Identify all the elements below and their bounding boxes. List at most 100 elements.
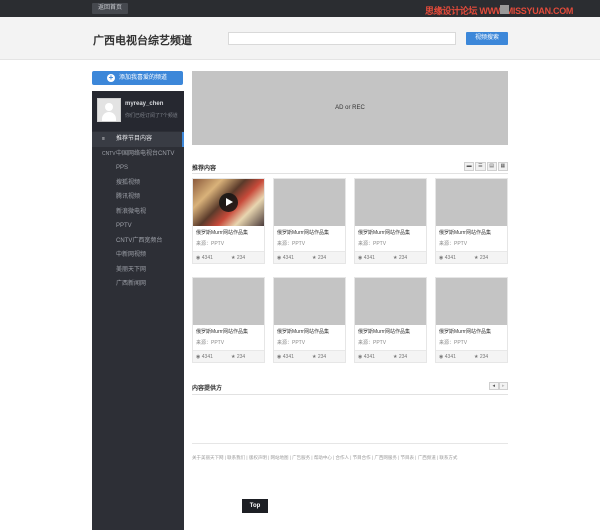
views-stat: ◉ 4341 <box>439 255 456 261</box>
view-mode-1-button[interactable]: ▬ <box>464 162 475 171</box>
sidebar-item[interactable]: 新浪微电视 <box>92 205 184 220</box>
stars-stat: ★ 234 <box>312 354 326 360</box>
video-source: 来源：PPTV <box>277 340 306 346</box>
search-button[interactable]: 视频搜索 <box>466 32 508 45</box>
stars-stat: ★ 234 <box>231 354 245 360</box>
video-title[interactable]: 俄罗斯Murrr网站作品集 <box>277 328 329 335</box>
video-title[interactable]: 俄罗斯Murrr网站作品集 <box>196 328 248 335</box>
video-thumbnail[interactable] <box>355 278 426 325</box>
back-home-button[interactable]: 返回首页 <box>92 3 129 14</box>
stars-count: 234 <box>398 255 408 261</box>
views-count: 4341 <box>282 255 294 261</box>
sidebar-item[interactable]: ≡ 推荐节目内容 <box>92 132 184 147</box>
video-title[interactable]: 俄罗斯Murrr网站作品集 <box>439 229 491 236</box>
video-card[interactable]: 俄罗斯Murrr网站作品集 来源：PPTV ◉ 4341 ★ 234 <box>435 178 508 264</box>
video-thumbnail[interactable] <box>355 179 426 226</box>
views-count: 4341 <box>444 354 456 360</box>
eye-icon: ◉ <box>439 354 444 360</box>
views-stat: ◉ 4341 <box>277 255 294 261</box>
star-icon: ★ <box>393 354 398 360</box>
sidebar-item[interactable]: CNTV广西宽频台 <box>92 234 184 249</box>
stars-stat: ★ 234 <box>393 255 407 261</box>
stars-count: 234 <box>479 255 489 261</box>
star-icon: ★ <box>231 354 236 360</box>
video-card[interactable]: 俄罗斯Murrr网站作品集 来源：PPTV ◉ 4341 ★ 234 <box>354 277 427 363</box>
star-icon: ★ <box>393 255 398 261</box>
video-thumbnail[interactable] <box>436 179 507 226</box>
ad-banner[interactable]: AD or REC <box>192 71 508 145</box>
views-stat: ◉ 4341 <box>277 354 294 360</box>
video-title[interactable]: 俄罗斯Murrr网站作品集 <box>358 229 410 236</box>
sidebar-item-label: 搜狐视频 <box>116 179 141 186</box>
avatar[interactable] <box>97 98 121 122</box>
stars-stat: ★ 234 <box>474 354 488 360</box>
next-button[interactable]: ▸ <box>498 382 508 390</box>
stars-count: 234 <box>236 354 246 360</box>
divider <box>192 394 508 395</box>
video-card[interactable]: 俄罗斯Murrr网站作品集 来源：PPTV ◉ 4341 ★ 234 <box>192 178 265 264</box>
stars-count: 234 <box>317 354 327 360</box>
video-title[interactable]: 俄罗斯Murrr网站作品集 <box>277 229 329 236</box>
user-status: 你们已经订阅了7个频道 <box>125 113 178 119</box>
video-stats: ◉ 4341 ★ 234 <box>355 251 426 263</box>
view-mode-4-button[interactable]: ▦ <box>497 162 508 171</box>
views-stat: ◉ 4341 <box>358 354 375 360</box>
video-stats: ◉ 4341 ★ 234 <box>274 251 345 263</box>
video-card[interactable]: 俄罗斯Murrr网站作品集 来源：PPTV ◉ 4341 ★ 234 <box>354 178 427 264</box>
star-icon: ★ <box>231 255 236 261</box>
list-icon: ≡ <box>102 136 105 142</box>
video-source: 来源：PPTV <box>358 241 387 247</box>
stars-stat: ★ 234 <box>474 255 488 261</box>
sidebar-item-label: 广西新闻网 <box>116 281 147 287</box>
views-stat: ◉ 4341 <box>439 354 456 360</box>
video-thumbnail[interactable] <box>193 179 264 226</box>
video-card[interactable]: 俄罗斯Murrr网站作品集 来源：PPTV ◉ 4341 ★ 234 <box>273 178 346 264</box>
video-thumbnail[interactable] <box>436 278 507 325</box>
eye-icon: ◉ <box>196 255 201 261</box>
view-mode-3-button[interactable]: ▤ <box>486 162 497 171</box>
play-icon[interactable] <box>219 193 238 212</box>
eye-icon: ◉ <box>277 255 282 261</box>
eye-icon: ◉ <box>439 255 444 261</box>
views-count: 4341 <box>363 354 375 360</box>
video-thumbnail[interactable] <box>193 278 264 325</box>
video-stats: ◉ 4341 ★ 234 <box>193 251 264 263</box>
back-to-top-button[interactable]: Top <box>242 499 268 513</box>
sidebar-item[interactable]: 搜狐视频 <box>92 176 184 191</box>
views-count: 4341 <box>201 354 213 360</box>
star-icon: ★ <box>474 255 479 261</box>
video-thumbnail[interactable] <box>274 179 345 226</box>
recommended-title: 推荐内容 <box>192 166 217 172</box>
video-title[interactable]: 俄罗斯Murrr网站作品集 <box>439 328 491 335</box>
sidebar-item[interactable]: 腾讯视频 <box>92 190 184 205</box>
stars-count: 234 <box>317 255 327 261</box>
views-count: 4341 <box>444 255 456 261</box>
star-icon: ★ <box>312 354 317 360</box>
sidebar-item[interactable]: CNTV 中国网络电视台CNTV <box>92 147 184 162</box>
stars-stat: ★ 234 <box>312 255 326 261</box>
sidebar-item[interactable]: 美丽天下网 <box>92 263 184 278</box>
video-card[interactable]: 俄罗斯Murrr网站作品集 来源：PPTV ◉ 4341 ★ 234 <box>273 277 346 363</box>
video-title[interactable]: 俄罗斯Murrr网站作品集 <box>196 229 248 236</box>
user-panel: myreay_chen 你们已经订阅了7个频道 <box>92 91 184 131</box>
sidebar-item-label: 腾讯视频 <box>116 194 141 200</box>
sidebar-item[interactable]: PPS <box>92 161 184 176</box>
video-card[interactable]: 俄罗斯Murrr网站作品集 来源：PPTV ◉ 4341 ★ 234 <box>192 277 265 363</box>
watermark-box <box>500 5 509 14</box>
video-card[interactable]: 俄罗斯Murrr网站作品集 来源：PPTV ◉ 4341 ★ 234 <box>435 277 508 363</box>
footer-links[interactable]: 关于美丽天下网 | 联系我们 | 版权声明 | 网站地图 | 广告服务 | 帮助… <box>192 455 508 461</box>
video-title[interactable]: 俄罗斯Murrr网站作品集 <box>358 328 410 335</box>
sidebar-item[interactable]: 中新网视频 <box>92 248 184 263</box>
eye-icon: ◉ <box>196 354 201 360</box>
view-mode-2-button[interactable]: ☰ <box>475 162 486 171</box>
video-thumbnail[interactable] <box>274 278 345 325</box>
video-stats: ◉ 4341 ★ 234 <box>274 350 345 362</box>
sidebar-item[interactable]: PPTV <box>92 219 184 234</box>
prev-button[interactable]: ◂ <box>489 382 499 390</box>
add-channel-button[interactable]: + 添加我喜爱的频道 <box>92 71 183 85</box>
header: 广西电视台综艺频道 视频搜索 <box>0 17 600 60</box>
search-input[interactable] <box>228 32 456 45</box>
sidebar-item[interactable]: 广西新闻网 <box>92 277 184 292</box>
video-source: 来源：PPTV <box>277 241 306 247</box>
user-name[interactable]: myreay_chen <box>125 101 163 107</box>
